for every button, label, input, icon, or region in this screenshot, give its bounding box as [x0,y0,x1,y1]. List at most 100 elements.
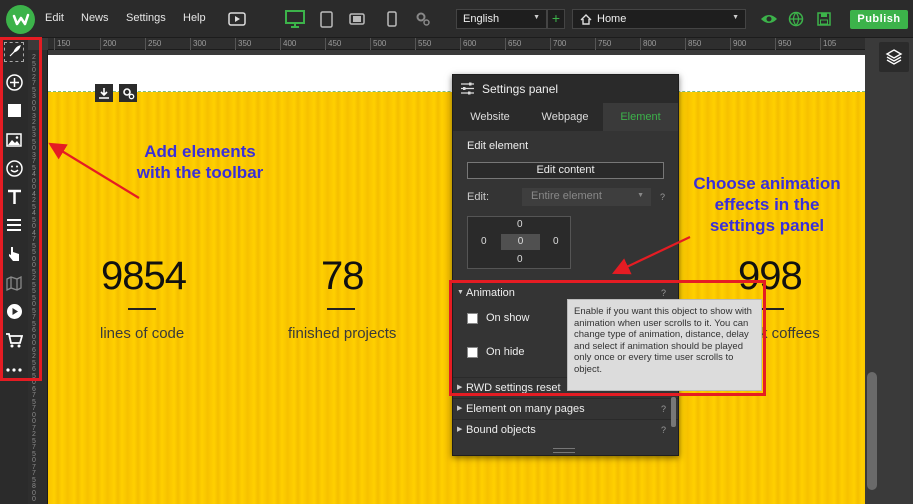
edit-scope-select[interactable]: Entire element ▼ [522,188,651,206]
ruler-tick: 250 [145,38,161,50]
panel-callout: Choose animation effects in the settings… [672,173,862,236]
language-select[interactable]: English ▼ [456,9,547,29]
save-button[interactable] [815,10,833,28]
ruler-tick: 800 [640,38,656,50]
caret-right-icon: ▶ [457,426,463,433]
panel-scrollbar[interactable] [671,397,676,427]
stat-divider [327,308,355,310]
tab-element[interactable]: Element [603,103,678,131]
help-icon[interactable]: ? [661,420,666,440]
desktop-icon [285,10,305,28]
padding-bottom-value[interactable]: 0 [517,254,523,265]
layers-button[interactable] [879,42,909,72]
stat-label: lines of code [100,325,185,342]
ruler-tick: 200 [100,38,116,50]
preview-button[interactable] [760,10,778,28]
tab-website[interactable]: Website [453,103,527,131]
gears-icon [416,12,430,26]
callout-line: with the toolbar [136,163,264,182]
callout-line: Add elements [144,142,256,161]
add-language-button[interactable]: + [547,9,565,29]
menu-settings[interactable]: Settings [126,12,166,24]
website-globe-button[interactable] [787,10,805,28]
language-value: English [463,13,500,25]
menu-news[interactable]: News [81,12,109,24]
ruler-tick: 300 [190,38,206,50]
ruler-tick: 450 [325,38,341,50]
callout-line: Choose animation [693,174,841,193]
play-tutorial-button[interactable] [227,9,247,29]
download-icon [99,88,109,99]
padding-top-value[interactable]: 0 [517,219,523,230]
tab-webpage[interactable]: Webpage [527,103,603,131]
layers-icon [885,49,903,65]
horizontal-ruler: 150 200 250 300 350 400 450 500 550 600 … [48,38,866,50]
help-icon[interactable]: ? [661,399,666,419]
ruler-digit: 0 [32,496,36,503]
ruler-tick: 700 [550,38,566,50]
panel-resize-grip[interactable] [553,448,575,453]
panel-title: Settings panel [482,82,559,96]
plus-icon: + [551,10,561,26]
ruler-tick: 900 [730,38,746,50]
tablet-icon [319,10,333,28]
section-settings-button[interactable] [119,84,137,102]
chevron-down-icon: ▼ [533,14,540,21]
bound-objects-label: Bound objects [466,424,536,436]
edit-element-label: Edit element [467,140,529,152]
tablet-landscape-icon [349,13,365,25]
toolbar-callout: Add elements with the toolbar [120,141,280,183]
menu-help[interactable]: Help [183,12,206,24]
padding-left-value[interactable]: 0 [481,236,487,247]
settings-panel: Settings panel Website Webpage Element E… [452,74,679,456]
stat-number: 9854 [101,254,187,298]
ruler-tick: 750 [595,38,611,50]
sliders-icon [461,82,474,95]
globe-icon [788,11,804,27]
home-icon [580,14,592,25]
ruler-tick: 600 [460,38,476,50]
tablet-view-button[interactable] [318,9,334,29]
toolbar-highlight-box [0,37,42,381]
help-icon[interactable]: ? [660,192,665,202]
many-pages-section-toggle[interactable]: ▶ Element on many pages ? [453,398,678,418]
tablet-landscape-view-button[interactable] [348,11,366,27]
stat-label: k coffees [760,325,820,342]
panel-tabs: Website Webpage Element [453,103,678,131]
menu-edit[interactable]: Edit [45,12,64,24]
canvas-scrollbar[interactable] [867,372,877,490]
ruler-tick: 850 [685,38,701,50]
eye-icon [761,15,777,23]
logo-icon [12,13,29,25]
ruler-tick: 500 [370,38,386,50]
desktop-view-button[interactable] [283,7,307,31]
ruler-tick: 350 [235,38,251,50]
app-logo[interactable] [6,5,35,34]
gears-icon [122,87,134,99]
callout-line: effects in the [714,195,820,214]
mobile-icon [387,11,397,27]
view-settings-button[interactable] [414,10,432,28]
bound-objects-section-toggle[interactable]: ▶ Bound objects ? [453,419,678,439]
ruler-tick: 550 [415,38,431,50]
many-pages-label: Element on many pages [466,403,585,415]
page-select[interactable]: Home ▼ [572,9,746,29]
edit-label: Edit: [467,191,490,203]
edit-scope-value: Entire element [531,190,602,202]
callout-line: settings panel [709,216,825,235]
section-download-button[interactable] [95,84,113,102]
caret-right-icon: ▶ [457,405,463,412]
padding-right-value[interactable]: 0 [553,236,559,247]
mobile-view-button[interactable] [385,10,399,28]
publish-button[interactable]: Publish [850,10,908,29]
page-value: Home [597,13,627,25]
box-center-value[interactable]: 0 [501,234,540,250]
panel-header[interactable]: Settings panel [453,75,678,103]
chevron-down-icon: ▼ [732,14,739,21]
box-model-editor: 0 0 0 0 0 [467,216,571,269]
top-bar: Edit News Settings Help English ▼ + Home… [0,0,913,38]
save-icon [817,12,831,26]
ruler-tick: 650 [505,38,521,50]
edit-content-button[interactable]: Edit content [467,162,664,179]
ruler-tick: 150 [54,38,70,50]
